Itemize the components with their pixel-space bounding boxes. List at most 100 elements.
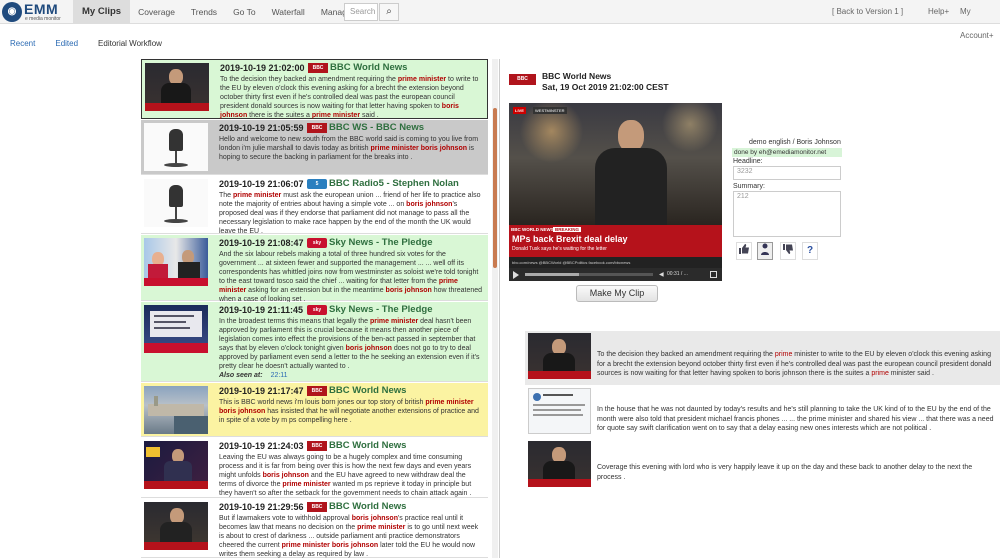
text-segment: In the broadest terms this means that le… [219, 318, 370, 325]
fullscreen-icon[interactable] [710, 271, 717, 278]
seek-bar[interactable] [525, 273, 653, 276]
volume-icon[interactable]: ◀ [659, 271, 664, 278]
keyword-highlight: prime minister [397, 76, 447, 83]
clip-timestamp: 2019-10-19 21:06:07 [219, 179, 304, 189]
video-frame [509, 103, 722, 226]
play-icon[interactable] [513, 271, 519, 279]
search-button[interactable]: ⌕ [379, 3, 399, 21]
sky-badge-icon: sky [307, 238, 327, 248]
transcript-row[interactable]: To the decision they backed an amendment… [525, 331, 1000, 385]
lower-third: BBC WORLD NEWS BREAKING MPs back Brexit … [509, 225, 722, 257]
nav-waterfall[interactable]: Waterfall [264, 0, 313, 24]
nav-trends[interactable]: Trends [183, 0, 225, 24]
keyword-highlight: boris johnson [345, 345, 392, 352]
also-seen-link[interactable]: 22:11 [271, 372, 288, 379]
transcript-text: In the house that he was not daunted by … [597, 406, 994, 432]
clip-item[interactable]: 2019-10-19 21:08:47 sky Sky News - The P… [141, 235, 488, 303]
clip-timestamp: 2019-10-19 21:17:47 [219, 386, 304, 396]
clip-item[interactable]: 2019-10-19 21:17:47 BBC BBC World News T… [141, 383, 488, 437]
nav-go-to[interactable]: Go To [225, 0, 264, 24]
clip-thumbnail[interactable] [145, 63, 209, 111]
back-to-version-1-link[interactable]: [ Back to Version 1 ] [832, 0, 903, 24]
clip-timestamp: 2019-10-19 21:29:56 [219, 502, 304, 512]
nav-coverage[interactable]: Coverage [130, 0, 183, 24]
clip-language: demo english / Boris Johnson [749, 139, 841, 146]
sky-badge-icon: sky [307, 305, 327, 315]
tab-editorial-workflow[interactable]: Editorial Workflow [88, 36, 172, 52]
clip-item[interactable]: 2019-10-19 21:24:03 BBC BBC World News L… [141, 438, 488, 498]
make-my-clip-button[interactable]: Make My Clip [576, 285, 658, 302]
transcript-row[interactable]: Coverage this evening with lord who is v… [525, 439, 1000, 491]
thumbs-up-icon[interactable] [736, 242, 752, 260]
lower-third-tag: BBC WORLD NEWS [511, 227, 554, 232]
also-seen-label: Also seen at: [219, 372, 263, 379]
text-segment: minister said . [888, 370, 934, 377]
search-input[interactable]: Search [344, 3, 378, 21]
clip-text: The prime minister must ask the european… [219, 191, 483, 236]
clip-source[interactable]: BBC World News [330, 62, 407, 73]
transcript-thumbnail[interactable] [528, 441, 591, 487]
headline-label: Headline: [733, 158, 763, 165]
clip-thumbnail[interactable] [144, 305, 208, 353]
keyword-highlight: prime [871, 370, 889, 377]
person-icon[interactable] [757, 242, 773, 260]
nav-my-clips[interactable]: My Clips [73, 0, 131, 24]
clip-timestamp: 2019-10-19 21:05:59 [219, 123, 304, 133]
clip-thumbnail[interactable] [144, 502, 208, 550]
text-segment: asking for an extension but in the meant… [246, 287, 386, 294]
microphone-icon[interactable] [144, 179, 208, 227]
clip-text: In the broadest terms this means that le… [219, 317, 483, 380]
clip-item[interactable]: 2019-10-19 21:11:45 sky Sky News - The P… [141, 302, 488, 382]
clip-text: This is BBC world news i'm louis born jo… [219, 398, 483, 425]
clip-source[interactable]: BBC WS - BBC News [329, 122, 424, 133]
video-player[interactable]: LIVE WESTMINSTER BBC WORLD NEWS BREAKING… [509, 103, 722, 269]
clip-text: But if lawmakers vote to withhold approv… [219, 514, 483, 558]
keyword-highlight: prime minister boris johnson [370, 145, 467, 152]
clip-thumbnail[interactable] [144, 238, 208, 286]
transcript-row[interactable]: In the house that he was not daunted by … [525, 386, 1000, 438]
live-badge: LIVE [513, 107, 526, 114]
search-icon: ⌕ [386, 6, 392, 17]
tab-recent[interactable]: Recent [0, 36, 45, 52]
logo-subtitle: e media monitor [25, 16, 61, 22]
clip-source[interactable]: BBC World News [329, 440, 406, 451]
text-segment: said . [360, 112, 379, 119]
text-segment: The [219, 192, 234, 199]
clip-item[interactable]: 2019-10-19 21:29:56 BBC BBC World News B… [141, 499, 488, 558]
clip-list-scroll-thumb[interactable] [493, 108, 497, 268]
clip-source[interactable]: BBC Radio5 - Stephen Nolan [329, 178, 459, 189]
clip-source[interactable]: BBC World News [329, 501, 406, 512]
keyword-highlight: prime minister boris johnson [281, 542, 379, 549]
bbc-badge-icon: BBC [307, 123, 327, 133]
location-badge: WESTMINSTER [533, 107, 567, 114]
bbc-badge-icon: BBC [308, 63, 328, 73]
clip-item[interactable]: 2019-10-19 21:06:07 5 BBC Radio5 - Steph… [141, 176, 488, 236]
tab-edited[interactable]: Edited [45, 36, 88, 52]
keyword-highlight: boris johnson [351, 515, 398, 522]
bbc-badge-icon: BBC [307, 441, 327, 451]
clip-item[interactable]: 2019-10-19 21:02:00 BBC BBC World News T… [141, 59, 488, 119]
summary-textarea[interactable]: 212 [733, 191, 841, 237]
transcript-thumbnail[interactable] [528, 333, 591, 379]
help-menu[interactable]: Help+ [928, 0, 949, 24]
lower-third-headline: MPs back Brexit deal delay [512, 234, 628, 244]
clip-source[interactable]: Sky News - The Pledge [329, 237, 432, 248]
headline-input[interactable]: 3232 [733, 166, 841, 180]
clip-list: 2019-10-19 21:02:00 BBC BBC World News T… [141, 59, 488, 558]
emm-logo[interactable]: ◉ EMM e media monitor [2, 1, 66, 23]
clip-item[interactable]: 2019-10-19 21:05:59 BBC BBC WS - BBC New… [141, 120, 488, 175]
clip-thumbnail[interactable] [144, 441, 208, 489]
text-segment: To the decision they backed an amendment… [220, 76, 398, 83]
question-icon[interactable]: ? [802, 242, 818, 260]
my-account-menu[interactable]: My Account+ [960, 0, 1000, 40]
clip-source[interactable]: BBC World News [329, 385, 406, 396]
bbc-badge-icon: BBC [307, 386, 327, 396]
clip-thumbnail[interactable] [144, 386, 208, 434]
keyword-highlight: prime [774, 351, 793, 358]
microphone-icon[interactable] [144, 123, 208, 171]
clip-source[interactable]: Sky News - The Pledge [329, 304, 432, 315]
transcript-thumbnail[interactable] [528, 388, 591, 434]
clip-text-content: In the broadest terms this means that le… [219, 318, 480, 370]
thumbs-down-icon[interactable] [780, 242, 796, 260]
clip-text: Leaving the EU was always going to be a … [219, 453, 483, 498]
